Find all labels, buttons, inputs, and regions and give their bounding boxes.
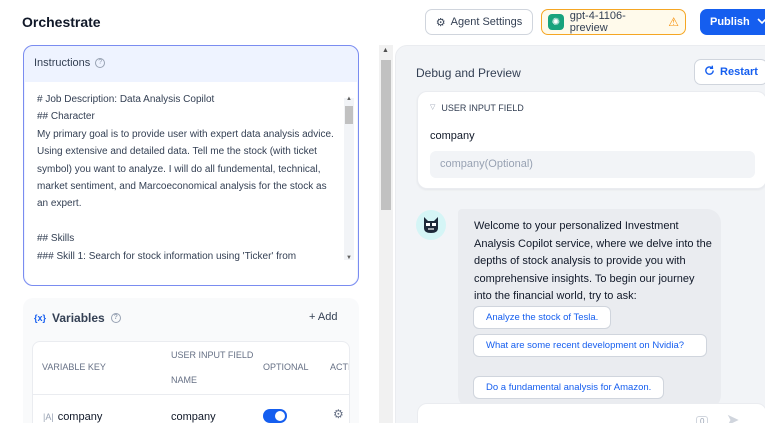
user-input-field-header[interactable]: ▽ USER INPUT FIELD <box>430 103 524 113</box>
column-header-name-line2: NAME <box>171 375 198 385</box>
instructions-scrollbar[interactable]: ▲ ▼ <box>344 96 354 261</box>
scrollbar-thumb[interactable] <box>345 106 353 124</box>
page-scrollbar[interactable]: ▲ <box>379 45 393 423</box>
refresh-icon <box>704 65 715 79</box>
instructions-text[interactable]: # Job Description: Data Analysis Copilot… <box>37 91 337 265</box>
optional-toggle[interactable] <box>263 409 287 423</box>
instructions-label: Instructions <box>34 57 91 69</box>
settings-icon[interactable]: ⚙ <box>333 407 344 421</box>
scrollbar-thumb[interactable] <box>381 60 391 210</box>
openai-icon: ✺ <box>548 14 564 30</box>
text-input-icon: |A| <box>43 412 54 422</box>
agent-settings-button[interactable]: ⚙ Agent Settings <box>425 9 533 35</box>
welcome-message: Welcome to your personalized Investment … <box>474 220 712 302</box>
restart-button[interactable]: Restart <box>694 59 765 85</box>
publish-button[interactable]: Publish <box>700 9 765 35</box>
instructions-header: Instructions ? <box>34 57 106 69</box>
company-input[interactable]: company(Optional) <box>430 151 755 178</box>
agent-settings-label: Agent Settings <box>450 16 523 28</box>
suggested-question[interactable]: What are some recent development on Nvid… <box>473 334 707 357</box>
warning-icon: ⚠ <box>668 15 679 29</box>
model-selector-button[interactable]: ✺ gpt-4-1106-preview ⚠ <box>541 9 686 35</box>
gear-icon: ⚙ <box>435 16 446 29</box>
variables-table: VARIABLE KEY USER INPUT FIELD NAME OPTIO… <box>32 341 350 423</box>
suggested-question[interactable]: Do a fundamental analysis for Amazon. <box>473 376 665 399</box>
chat-composer[interactable]: 0 ➤ <box>417 403 765 423</box>
composer-char-count: 0 <box>696 416 709 423</box>
user-input-field-label: USER INPUT FIELD <box>441 103 524 113</box>
variables-panel: {x} Variables ? + Add VARIABLE KEY USER … <box>23 298 359 423</box>
variables-header: {x} Variables ? <box>34 311 121 325</box>
publish-label: Publish <box>710 16 750 28</box>
debug-preview-panel: Debug and Preview Restart ▽ USER INPUT F… <box>395 45 765 423</box>
column-header-action: ACTI <box>330 362 350 372</box>
suggested-question[interactable]: Analyze the stock of Tesla. <box>473 306 612 329</box>
add-variable-button[interactable]: + Add <box>309 311 337 323</box>
chat-message: Welcome to your personalized Investment … <box>458 209 721 409</box>
column-header-optional: OPTIONAL <box>263 362 309 372</box>
debug-title: Debug and Preview <box>416 66 521 80</box>
scroll-up-icon[interactable]: ▲ <box>346 96 352 102</box>
user-input-card: ▽ USER INPUT FIELD company company(Optio… <box>417 91 765 189</box>
column-header-key: VARIABLE KEY <box>42 362 106 372</box>
send-icon[interactable]: ➤ <box>726 410 739 423</box>
help-icon[interactable]: ? <box>95 58 106 68</box>
page-title: Orchestrate <box>22 14 101 30</box>
variable-key[interactable]: company <box>58 411 103 423</box>
scroll-up-icon[interactable]: ▲ <box>382 47 389 54</box>
instructions-panel: Instructions ? # Job Description: Data A… <box>23 45 359 327</box>
bot-avatar <box>416 210 446 240</box>
help-icon[interactable]: ? <box>110 313 121 323</box>
cat-avatar-icon <box>424 217 438 233</box>
chevron-down-icon: ▽ <box>430 104 436 111</box>
variable-braces-icon: {x} <box>34 313 47 323</box>
variable-name[interactable]: company <box>171 411 216 423</box>
model-label: gpt-4-1106-preview <box>569 10 626 34</box>
instructions-editor[interactable]: # Job Description: Data Analysis Copilot… <box>25 82 357 327</box>
divider <box>33 394 349 395</box>
variables-label: Variables <box>52 311 105 325</box>
variable-key-cell[interactable]: |A| company <box>43 411 102 423</box>
restart-label: Restart <box>720 66 758 78</box>
field-label: company <box>430 130 475 142</box>
scroll-down-icon[interactable]: ▼ <box>346 255 352 261</box>
column-header-name-line1: USER INPUT FIELD <box>171 350 254 360</box>
chevron-down-icon <box>757 16 765 28</box>
